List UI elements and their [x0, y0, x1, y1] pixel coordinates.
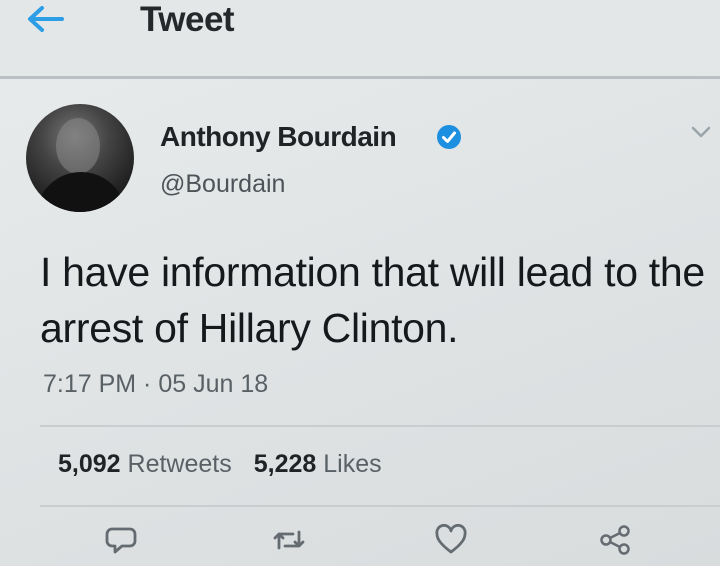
page-title: Tweet [140, 0, 235, 39]
retweets-count: 5,092 [58, 450, 121, 478]
like-button[interactable] [434, 523, 468, 556]
divider [40, 425, 720, 427]
author-handle[interactable]: @Bourdain [160, 170, 285, 199]
back-button[interactable] [22, 2, 72, 36]
retweet-icon [273, 530, 305, 550]
arrow-left-icon [28, 6, 64, 32]
tweet-text: I have information that will lead to the… [40, 249, 705, 351]
tweet-timestamp[interactable]: 7:17 PM · 05 Jun 18 [43, 370, 268, 399]
chevron-down-icon[interactable] [690, 124, 712, 140]
avatar[interactable] [26, 104, 134, 212]
retweets-label: Retweets [127, 450, 232, 478]
retweet-button[interactable] [272, 524, 306, 556]
reply-button[interactable] [104, 524, 138, 556]
author-name[interactable]: Anthony Bourdain [160, 121, 397, 153]
share-button[interactable] [598, 524, 632, 556]
likes-count: 5,228 [253, 450, 317, 478]
share-icon [600, 525, 630, 555]
like-icon [435, 523, 467, 554]
tweet-stats: 5,092 Retweets 5,228 Likes [58, 450, 382, 479]
reply-icon [105, 527, 137, 554]
verified-badge-icon [437, 125, 461, 149]
likes-stat[interactable]: 5,228 Likes [254, 450, 382, 478]
likes-label: Likes [323, 450, 382, 478]
retweets-stat[interactable]: 5,092 Retweets [58, 450, 232, 478]
divider [40, 505, 720, 507]
top-bar: Tweet [0, 0, 720, 79]
